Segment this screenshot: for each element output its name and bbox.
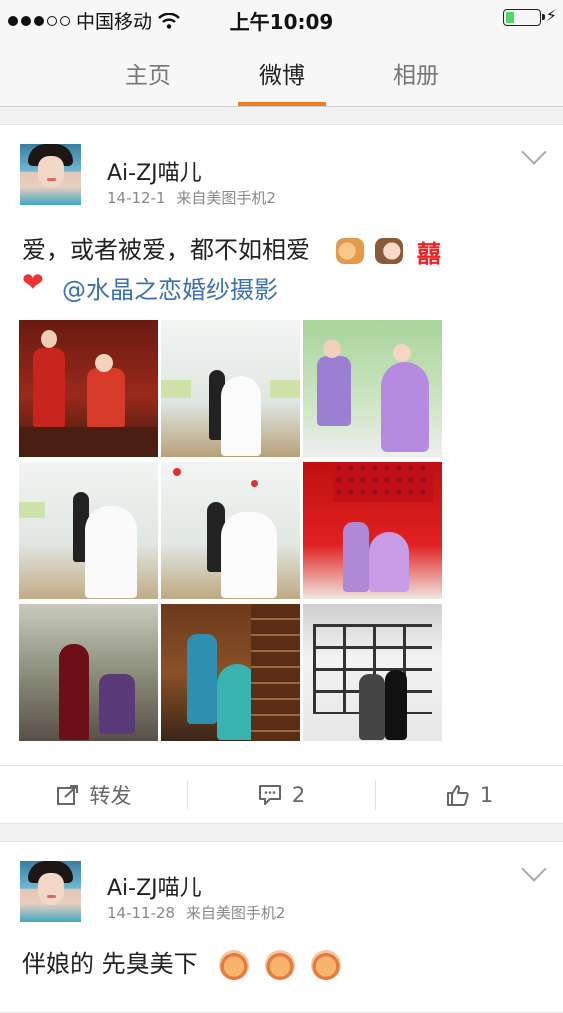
- photo-thumbnail[interactable]: [161, 320, 300, 457]
- post-text-content: 伴娘的 先臭美下: [22, 950, 198, 978]
- post-source: 来自美图手机2: [185, 904, 286, 922]
- photo-thumbnail[interactable]: [303, 462, 442, 599]
- chevron-down-icon[interactable]: [521, 139, 547, 165]
- battery-icon: [503, 9, 545, 26]
- post-meta: 14-11-28 来自美图手机2: [107, 902, 285, 923]
- post-card: Ai-ZJ喵儿 14-11-28 来自美图手机2 伴娘的 先臭美下: [0, 841, 563, 1013]
- shrimp-emoji-icon: [219, 950, 250, 980]
- like-count: 1: [479, 783, 494, 807]
- post-date: 14-12-1: [107, 189, 166, 207]
- repost-label: 转发: [89, 784, 132, 808]
- heart-icon: ❤: [22, 268, 44, 298]
- mention-link[interactable]: @水晶之恋婚纱摄影: [62, 270, 278, 305]
- photo-grid: [19, 320, 442, 741]
- avatar[interactable]: [20, 861, 81, 922]
- comment-count: 2: [291, 783, 306, 807]
- photo-thumbnail[interactable]: [19, 320, 158, 457]
- post-text-content: 爱，或者被爱，都不如相爱: [22, 236, 310, 264]
- post-date: 14-11-28: [107, 904, 176, 922]
- shrimp-emoji-icon: [264, 950, 295, 980]
- post-text: 爱，或者被爱，都不如相爱 囍: [22, 230, 441, 269]
- couple-emoji-icon: [375, 238, 404, 264]
- thumbs-up-icon: [446, 785, 469, 806]
- active-tab-indicator: [238, 102, 326, 106]
- photo-thumbnail[interactable]: [303, 320, 442, 457]
- photo-thumbnail[interactable]: [19, 604, 158, 741]
- photo-thumbnail[interactable]: [161, 604, 300, 741]
- double-happiness-icon: 囍: [416, 239, 441, 268]
- comment-icon: [258, 785, 281, 805]
- comment-button[interactable]: 2: [188, 766, 375, 824]
- avatar[interactable]: [20, 144, 81, 205]
- like-button[interactable]: 1: [376, 766, 563, 824]
- bolt-icon: ⚡: [545, 6, 557, 25]
- photo-thumbnail[interactable]: [161, 462, 300, 599]
- repost-icon: [56, 785, 78, 805]
- chevron-down-icon[interactable]: [521, 856, 547, 882]
- repost-button[interactable]: 转发: [0, 766, 187, 824]
- tab-bar: 主页 微博 相册: [0, 36, 563, 107]
- shrimp-emoji-icon: [310, 950, 341, 980]
- post-card: Ai-ZJ喵儿 14-12-1 来自美图手机2 爱，或者被爱，都不如相爱 囍 ❤…: [0, 124, 563, 824]
- post-source: 来自美图手机2: [176, 189, 276, 207]
- photo-thumbnail[interactable]: [303, 604, 442, 741]
- post-username[interactable]: Ai-ZJ喵儿: [107, 155, 202, 187]
- tab-home[interactable]: 主页: [93, 56, 203, 90]
- tab-album[interactable]: 相册: [361, 56, 471, 90]
- action-bar: 转发 2 1: [0, 765, 563, 824]
- photo-thumbnail[interactable]: [19, 462, 158, 599]
- status-time: 上午10:09: [229, 10, 334, 34]
- kiss-emoji-icon: [335, 238, 364, 264]
- tab-weibo[interactable]: 微博: [227, 56, 337, 90]
- post-text: 伴娘的 先臭美下: [22, 944, 341, 980]
- post-meta: 14-12-1 来自美图手机2: [107, 187, 276, 208]
- post-username[interactable]: Ai-ZJ喵儿: [107, 870, 202, 902]
- status-bar: 中国移动 上午10:09 ⚡: [0, 0, 563, 36]
